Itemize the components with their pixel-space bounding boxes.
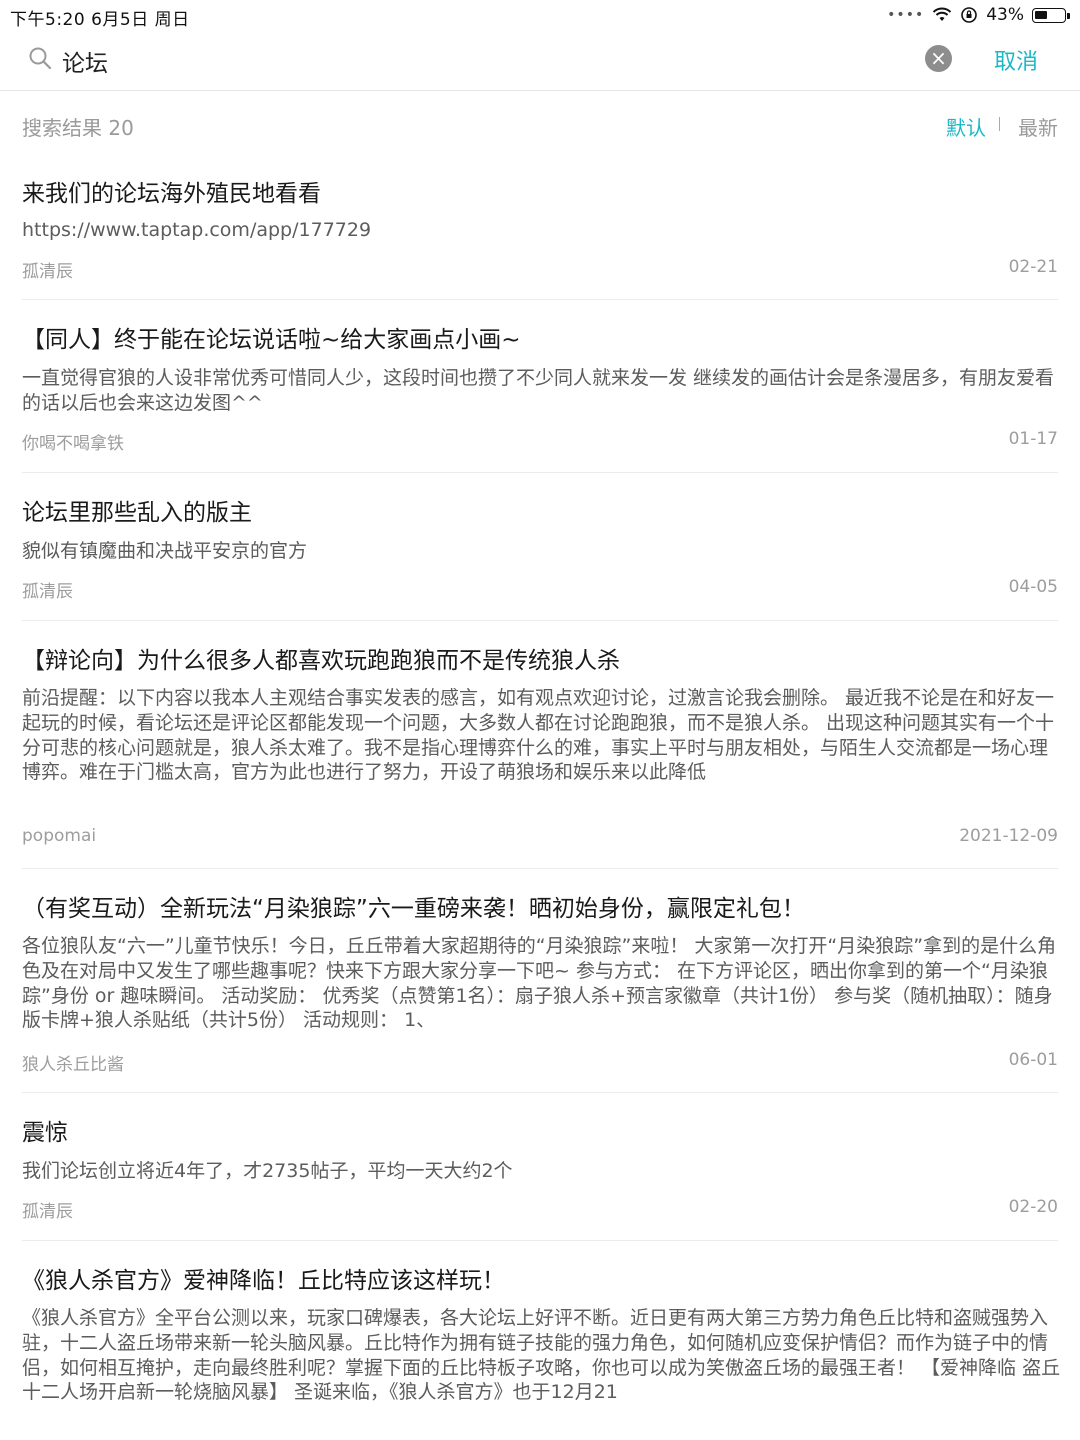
- result-date: 2021-12-09: [959, 826, 1058, 846]
- result-title: 【辩论向】为什么很多人都喜欢玩跑跑狼而不是传统狼人杀: [22, 648, 620, 674]
- result-title: 震惊: [22, 1120, 68, 1146]
- result-title: 来我们的论坛海外殖民地看看: [22, 181, 321, 207]
- search-input[interactable]: 论坛: [62, 44, 108, 78]
- search-bar: 论坛 × 取消: [0, 32, 1080, 91]
- rotation-lock-icon: [961, 7, 978, 23]
- battery-fill: [1035, 10, 1047, 19]
- result-author: 你喝不喝拿铁: [22, 434, 124, 454]
- battery-percent: 43%: [986, 5, 1024, 25]
- result-item[interactable]: 《狼人杀官方》爱神降临！丘比特应该这样玩！ 《狼人杀官方》全平台公测以来，玩家口…: [0, 1241, 1080, 1440]
- result-author: 孤清辰: [22, 262, 73, 282]
- result-snippet: 一直觉得官狼的人设非常优秀可惜同人少，这段时间也攒了不少同人就来发一发 继续发的…: [22, 367, 1055, 414]
- result-author: popomai: [22, 826, 97, 846]
- result-date: 01-17: [1008, 429, 1058, 449]
- result-item[interactable]: 【同人】终于能在论坛说话啦~给大家画点小画~ 一直觉得官狼的人设非常优秀可惜同人…: [0, 300, 1080, 473]
- result-author: 孤清辰: [22, 582, 73, 602]
- result-snippet: 我们论坛创立将近4年了，才2735帖子，平均一天大约2个: [22, 1160, 513, 1182]
- sort-latest-tab[interactable]: 最新: [1018, 112, 1058, 141]
- result-date: 06-01: [1008, 1050, 1058, 1070]
- result-snippet: 貌似有镇魔曲和决战平安京的官方: [22, 540, 308, 562]
- sort-default-tab[interactable]: 默认: [946, 112, 986, 141]
- result-item[interactable]: 来我们的论坛海外殖民地看看 https://www.taptap.com/app…: [0, 162, 1080, 300]
- clear-search-icon[interactable]: ×: [925, 45, 952, 72]
- result-date: 04-05: [1008, 577, 1058, 597]
- status-time-date: 下午5:20 6月5日 周日: [10, 10, 190, 30]
- result-item[interactable]: 论坛里那些乱入的版主 貌似有镇魔曲和决战平安京的官方 孤清辰 04-05: [0, 473, 1080, 621]
- result-title: 《狼人杀官方》爱神降临！丘比特应该这样玩！: [22, 1268, 505, 1294]
- results-count: 搜索结果 20: [22, 116, 134, 140]
- result-item[interactable]: （有奖互动）全新玩法“月染狼踪”六一重磅来袭！晒初始身份，赢限定礼包！ 各位狼队…: [0, 869, 1080, 1093]
- signal-dots-icon: ••••: [887, 7, 925, 23]
- wifi-icon: [932, 7, 952, 21]
- result-author: 狼人杀丘比酱: [22, 1055, 124, 1075]
- result-title: 论坛里那些乱入的版主: [22, 500, 252, 526]
- result-title: 【同人】终于能在论坛说话啦~给大家画点小画~: [22, 327, 521, 353]
- result-title: （有奖互动）全新玩法“月染狼踪”六一重磅来袭！晒初始身份，赢限定礼包！: [22, 896, 805, 922]
- cancel-button[interactable]: 取消: [994, 44, 1038, 76]
- sort-divider: [999, 117, 1000, 131]
- result-date: 02-20: [1008, 1197, 1058, 1217]
- result-snippet: https://www.taptap.com/app/177729: [22, 219, 372, 241]
- battery-icon: [1032, 7, 1070, 23]
- result-item[interactable]: 震惊 我们论坛创立将近4年了，才2735帖子，平均一天大约2个 孤清辰 02-2…: [0, 1093, 1080, 1241]
- status-indicators: •••• 43%: [887, 5, 1070, 25]
- result-author: 孤清辰: [22, 1202, 73, 1222]
- search-icon: [29, 47, 52, 70]
- result-item[interactable]: 【辩论向】为什么很多人都喜欢玩跑跑狼而不是传统狼人杀 前沿提醒：以下内容以我本人…: [0, 621, 1080, 869]
- results-header: 搜索结果 20 默认 最新: [0, 90, 1080, 162]
- result-snippet: 《狼人杀官方》全平台公测以来，玩家口碑爆表，各大论坛上好评不断。近日更有两大第三…: [22, 1307, 1061, 1404]
- result-snippet: 前沿提醒：以下内容以我本人主观结合事实发表的感言，如有观点欢迎讨论，过激言论我会…: [22, 687, 1055, 784]
- result-date: 02-21: [1008, 257, 1058, 277]
- status-bar: 下午5:20 6月5日 周日 •••• 43%: [0, 0, 1080, 32]
- result-snippet: 各位狼队友“六一”儿童节快乐！今日，丘丘带着大家超期待的“月染狼踪”来啦！ 大家…: [22, 935, 1057, 1032]
